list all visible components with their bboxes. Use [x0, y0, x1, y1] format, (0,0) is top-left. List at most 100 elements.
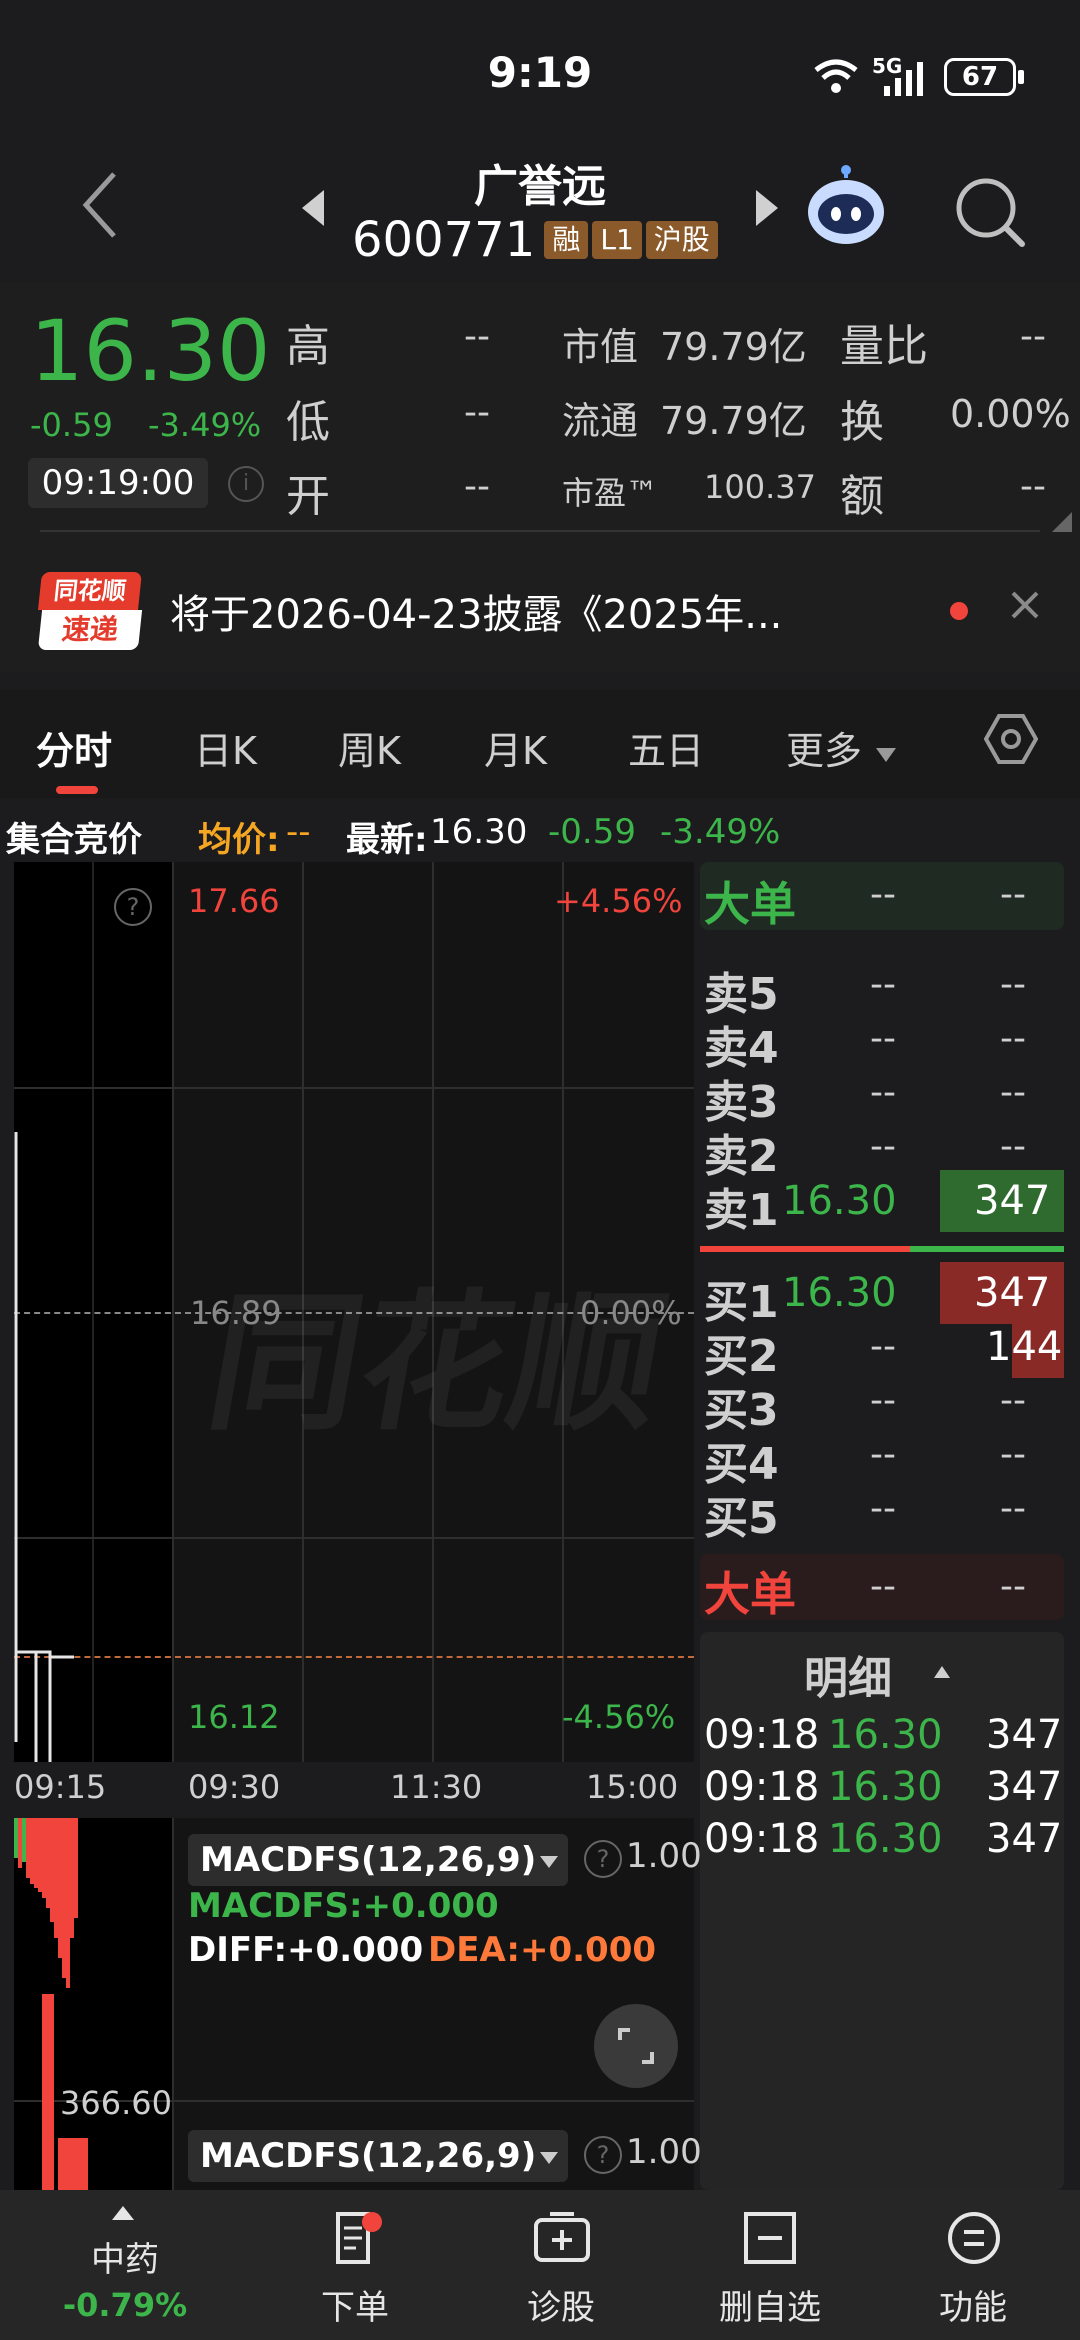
- macd-help-icon[interactable]: ?: [584, 1840, 622, 1878]
- bid-row-2: 买2 -- 144: [700, 1316, 1064, 1382]
- logo-top-text: 同花顺: [38, 572, 142, 610]
- tab-more-label: 更多: [786, 729, 863, 773]
- trade-volume: 347: [986, 1764, 1063, 1810]
- latest-change: -0.59: [548, 812, 636, 852]
- trade-row: 09:18 16.30 347: [700, 1816, 1064, 1872]
- macd-selector-label: MACDFS(12,26,9): [200, 1840, 537, 1880]
- price-change-pct: -3.49%: [148, 406, 262, 444]
- stock-code: 600771: [352, 212, 536, 268]
- trade-row: 09:18 16.30 347: [700, 1712, 1064, 1768]
- function-button[interactable]: 功能: [908, 2190, 1038, 2340]
- selector-arrow-icon-2: [540, 2152, 558, 2164]
- unread-dot-icon: [950, 602, 968, 620]
- macd-selector[interactable]: MACDFS(12,26,9): [188, 1834, 568, 1886]
- high-label: 高: [286, 321, 330, 372]
- tab-more[interactable]: 更多: [786, 720, 898, 775]
- tab-monthly-k[interactable]: 月K: [484, 720, 547, 775]
- level-tag: L1: [592, 221, 642, 259]
- remove-watchlist-label: 删自选: [719, 2288, 821, 2328]
- sector-button[interactable]: 中药 -0.79%: [40, 2190, 210, 2340]
- price-change: -0.59: [30, 406, 113, 444]
- bid-volume: --: [1000, 1434, 1026, 1475]
- macd-help-icon-2[interactable]: ?: [584, 2136, 622, 2174]
- bottom-toolbar: 中药 -0.79% 下单 诊股 删自选 功能: [0, 2190, 1080, 2340]
- trade-detail-panel[interactable]: 明细 09:18 16.30 347 09:18 16.30 347 09:18…: [700, 1632, 1064, 2190]
- stock-header: 广誉远 600771 融 L1 沪股: [0, 140, 1080, 282]
- time-tick-1500: 15:00: [586, 1768, 679, 1806]
- bid-row-1: 买1 16.30 347: [700, 1262, 1064, 1328]
- close-icon[interactable]: [1010, 590, 1040, 624]
- trade-price: 16.30: [828, 1816, 943, 1862]
- order-book: 大单 -- -- 卖5 -- -- 卖4 -- -- 卖3 -- -- 卖2 -…: [700, 862, 1064, 2190]
- signal-icon: [878, 58, 932, 102]
- ask-label: 卖1: [704, 1185, 779, 1236]
- tab-daily-k[interactable]: 日K: [194, 720, 257, 775]
- bid-volume: 144: [986, 1324, 1063, 1370]
- vol-ratio-value: --: [1020, 316, 1046, 357]
- ask-row-5: 卖5 -- --: [700, 958, 1064, 1020]
- bid-price: --: [870, 1380, 896, 1421]
- quote-time-box: 09:19:00: [28, 458, 208, 508]
- sort-up-icon: [934, 1666, 950, 1678]
- help-icon[interactable]: ?: [114, 888, 152, 926]
- intraday-chart-area[interactable]: 同花顺 ? 17.66 +4.56% 16.89 0.00% 16.12 -4.…: [14, 862, 694, 1762]
- big-order-bottom-v1: --: [870, 1566, 896, 1607]
- robot-assistant-icon[interactable]: [804, 164, 888, 252]
- latest-change-pct: -3.49%: [660, 812, 781, 852]
- macd-value: MACDFS:+0.000: [188, 1886, 499, 1926]
- back-button[interactable]: [80, 170, 120, 244]
- next-stock-button[interactable]: [752, 188, 780, 232]
- trade-price: 16.30: [828, 1712, 943, 1758]
- bid-row-5: 买5 -- --: [700, 1482, 1064, 1544]
- turnover-value: 0.00%: [950, 392, 1071, 436]
- open-value: --: [464, 466, 490, 507]
- remove-watchlist-button[interactable]: 删自选: [700, 2190, 840, 2340]
- tab-intraday[interactable]: 分时: [36, 720, 112, 775]
- quote-time: 09:19:00: [41, 463, 195, 503]
- market-tag: 沪股: [645, 221, 718, 259]
- float-label: 流通: [562, 399, 639, 443]
- order-button[interactable]: 下单: [290, 2190, 420, 2340]
- fullscreen-icon: [618, 2028, 654, 2064]
- bid-volume: --: [1000, 1380, 1026, 1421]
- tab-weekly-k[interactable]: 周K: [338, 720, 401, 775]
- time-tick-0930: 09:30: [188, 1768, 281, 1806]
- volume-bars: [14, 1818, 88, 2190]
- min-pct-label: -4.56%: [562, 1698, 676, 1736]
- order-label: 下单: [321, 2288, 389, 2328]
- min-price-label: 16.12: [188, 1698, 280, 1736]
- trade-time: 09:18: [704, 1816, 820, 1862]
- bid-price: --: [870, 1488, 896, 1529]
- bid-ask-ratio-bar-red: [700, 1246, 910, 1252]
- auction-label: 集合竞价: [6, 820, 142, 860]
- big-order-bottom-label: 大单: [704, 1567, 796, 1621]
- ask-price: --: [870, 1018, 896, 1059]
- mid-price-label: 16.89: [190, 1294, 282, 1332]
- function-label: 功能: [939, 2288, 1007, 2328]
- indicator-chart-area[interactable]: MACDFS(12,26,9) ? 1.00 MACDFS:+0.000 DIF…: [14, 1818, 702, 2190]
- ask-row-4: 卖4 -- --: [700, 1012, 1064, 1074]
- fullscreen-button[interactable]: [594, 2004, 678, 2088]
- news-text: 将于2026-04-23披露《2025年...: [170, 592, 783, 638]
- info-icon[interactable]: i: [228, 466, 264, 502]
- function-menu-icon: [948, 2212, 1000, 2264]
- tab-five-day[interactable]: 五日: [628, 720, 704, 775]
- trade-time: 09:18: [704, 1764, 820, 1810]
- low-label: 低: [286, 397, 330, 448]
- battery-tip: [1018, 70, 1024, 84]
- news-banner[interactable]: 同花顺 速递 将于2026-04-23披露《2025年...: [0, 532, 1080, 672]
- search-icon[interactable]: [952, 174, 1028, 254]
- prev-stock-button[interactable]: [300, 188, 328, 232]
- bid-label: 买5: [704, 1493, 779, 1544]
- diagnose-button[interactable]: 诊股: [496, 2190, 626, 2340]
- settings-icon[interactable]: [983, 712, 1039, 770]
- latest-value: 16.30: [430, 812, 528, 852]
- bid-volume: --: [1000, 1488, 1026, 1529]
- diff-value: DIFF:+0.000: [188, 1930, 424, 1970]
- max-price-label: 17.66: [188, 882, 280, 920]
- battery-level: 67: [961, 62, 999, 92]
- macd-selector-2[interactable]: MACDFS(12,26,9): [188, 2130, 568, 2182]
- dea-value: DEA:+0.000: [428, 1930, 657, 1970]
- period-tabs: 分时 日K 周K 月K 五日 更多: [0, 690, 1080, 798]
- low-value: --: [464, 392, 490, 433]
